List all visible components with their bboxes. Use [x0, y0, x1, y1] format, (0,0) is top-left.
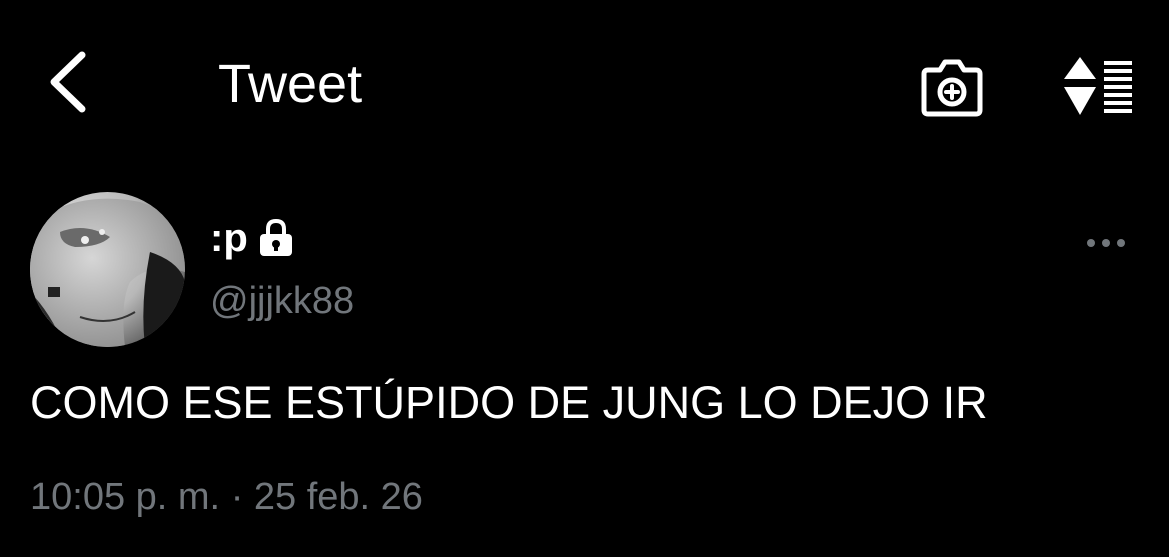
- sort-button[interactable]: [1050, 48, 1146, 126]
- tweet-date[interactable]: 25 feb. 26: [254, 476, 423, 518]
- top-bar: Tweet: [0, 0, 1169, 170]
- timestamp-separator: ·: [230, 476, 244, 518]
- camera-plus-icon: [921, 59, 983, 117]
- sort-list-icon: [1064, 57, 1132, 115]
- page-title: Tweet: [218, 54, 363, 114]
- timestamp-row: 10:05 p. m. · 25 feb. 26: [30, 474, 423, 520]
- avatar-photo: [30, 192, 185, 347]
- camera-button[interactable]: [912, 50, 992, 126]
- chevron-left-icon: [50, 51, 86, 113]
- lock-icon: [259, 218, 292, 256]
- more-options-button[interactable]: [1080, 228, 1132, 258]
- avatar[interactable]: [30, 192, 185, 347]
- back-button[interactable]: [28, 40, 108, 124]
- tweet-text: COMO ESE ESTÚPIDO DE JUNG LO DEJO IR: [30, 377, 988, 428]
- tweet: :p @jjjkk88 COMO ESE ESTÚPIDO DE JUNG LO…: [0, 170, 1169, 557]
- user-handle[interactable]: @jjjkk88: [210, 278, 354, 324]
- display-name-row[interactable]: :p: [210, 214, 296, 262]
- display-name: :p: [210, 216, 248, 260]
- more-horizontal-icon: [1087, 239, 1125, 247]
- tweet-time[interactable]: 10:05 p. m.: [30, 476, 220, 518]
